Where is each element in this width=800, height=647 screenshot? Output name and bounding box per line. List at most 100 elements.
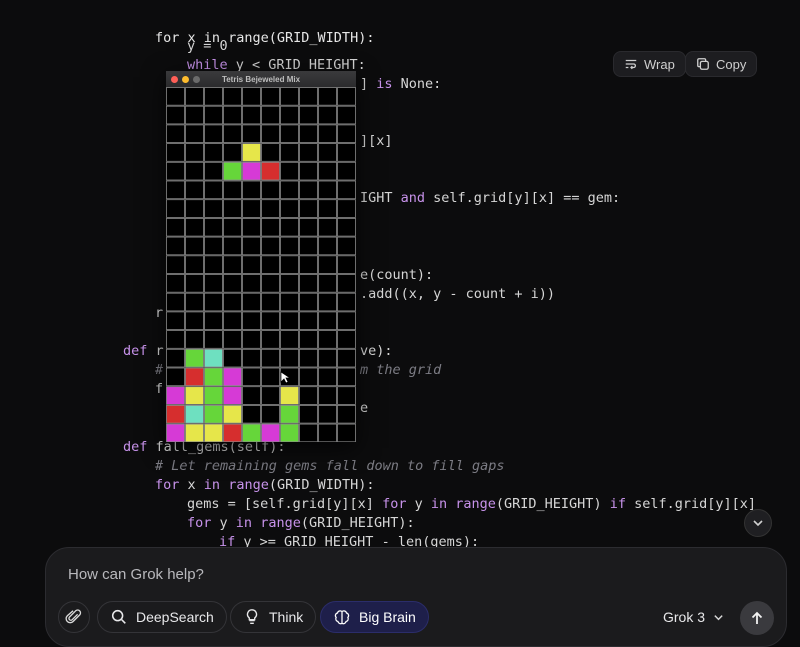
game-board[interactable] [166, 87, 356, 442]
gem-block [204, 404, 223, 424]
gem-block [261, 423, 280, 442]
code-line: # [155, 362, 164, 378]
model-selector[interactable]: Grok 3 [663, 609, 724, 625]
code-line: r [155, 305, 164, 321]
board-cell [318, 386, 337, 405]
board-cell [261, 292, 280, 312]
board-cell [261, 404, 280, 424]
board-cell [318, 404, 337, 424]
board-cell [261, 87, 280, 106]
board-cell [242, 404, 261, 424]
board-cell [261, 367, 280, 387]
board-cell [166, 292, 185, 312]
board-cell [337, 199, 356, 218]
board-cell [337, 367, 356, 387]
wrap-button[interactable]: Wrap [613, 51, 686, 77]
gem-block [204, 423, 223, 442]
scroll-down-button[interactable] [744, 509, 772, 537]
code-line: e [360, 400, 369, 416]
board-cell [204, 87, 223, 106]
lightbulb-icon [246, 609, 258, 624]
code-line: y = 0 [187, 38, 228, 54]
board-cell [185, 143, 204, 162]
board-cell [299, 87, 318, 106]
board-cell [185, 330, 204, 349]
attach-button[interactable] [58, 601, 90, 633]
code-line: e(count): [360, 267, 434, 283]
window-titlebar[interactable]: Tetris Bejeweled Mix [166, 71, 356, 88]
chat-input[interactable]: How can Grok help? [68, 566, 204, 583]
deepsearch-button[interactable]: DeepSearch [97, 601, 227, 633]
board-cell [318, 161, 337, 181]
wrap-icon [625, 59, 637, 70]
board-cell [337, 311, 356, 330]
window-title: Tetris Bejeweled Mix [221, 74, 301, 84]
board-cell [318, 199, 337, 218]
board-cell [242, 330, 261, 349]
board-cell [261, 143, 280, 162]
board-cell [337, 255, 356, 274]
gem-block [261, 161, 280, 181]
board-cell [337, 330, 356, 349]
board-cell [299, 292, 318, 312]
board-cell [204, 217, 223, 237]
chevron-down-icon [714, 614, 723, 620]
board-cell [318, 143, 337, 162]
board-cell [223, 180, 242, 200]
board-cell [166, 255, 185, 274]
board-cell [318, 423, 337, 442]
board-cell [242, 236, 261, 256]
board-cell [204, 105, 223, 125]
board-cell [299, 274, 318, 293]
board-cell [280, 217, 299, 237]
wrap-label: Wrap [644, 56, 675, 72]
gem-block [185, 404, 204, 424]
board-cell [280, 274, 299, 293]
board-cell [337, 348, 356, 368]
board-cell [242, 348, 261, 368]
code-block: for x in range(GRID_WIDTH): y = 0 while y … [0, 0, 800, 560]
game-window[interactable]: Tetris Bejeweled Mix [166, 71, 356, 442]
board-cell [318, 87, 337, 106]
board-cell [318, 217, 337, 237]
board-cell [242, 292, 261, 312]
board-cell [337, 236, 356, 256]
board-cell [166, 274, 185, 293]
board-cell [166, 199, 185, 218]
send-button[interactable] [740, 601, 774, 635]
board-cell [242, 274, 261, 293]
board-cell [299, 199, 318, 218]
board-cell [204, 143, 223, 162]
think-button[interactable]: Think [230, 601, 317, 633]
code-line: for y in range(GRID_HEIGHT): [187, 515, 415, 531]
board-cell [318, 330, 337, 349]
code-line: for x in range(GRID_WIDTH): [155, 477, 375, 493]
big-brain-button[interactable]: Big Brain [320, 601, 429, 633]
code-line: f [155, 381, 164, 397]
board-cell [337, 217, 356, 237]
board-cell [166, 143, 185, 162]
board-cell [337, 180, 356, 200]
code-line: ] is None: [360, 76, 442, 92]
board-cell [318, 105, 337, 125]
code-line: ][x] [360, 133, 393, 149]
board-cell [223, 87, 242, 106]
gem-block [185, 367, 204, 387]
board-cell [299, 255, 318, 274]
gem-block [204, 386, 223, 405]
board-cell [166, 330, 185, 349]
board-cell [185, 274, 204, 293]
board-cell [280, 330, 299, 349]
board-cell [204, 255, 223, 274]
board-cell [280, 236, 299, 256]
board-cell [318, 292, 337, 312]
board-cell [223, 236, 242, 256]
board-cell [223, 143, 242, 162]
board-cell [204, 199, 223, 218]
board-cell [223, 311, 242, 330]
gem-block [166, 404, 185, 424]
gem-block [223, 423, 242, 442]
board-cell [318, 367, 337, 387]
board-cell [299, 423, 318, 442]
copy-button[interactable]: Copy [685, 51, 758, 77]
